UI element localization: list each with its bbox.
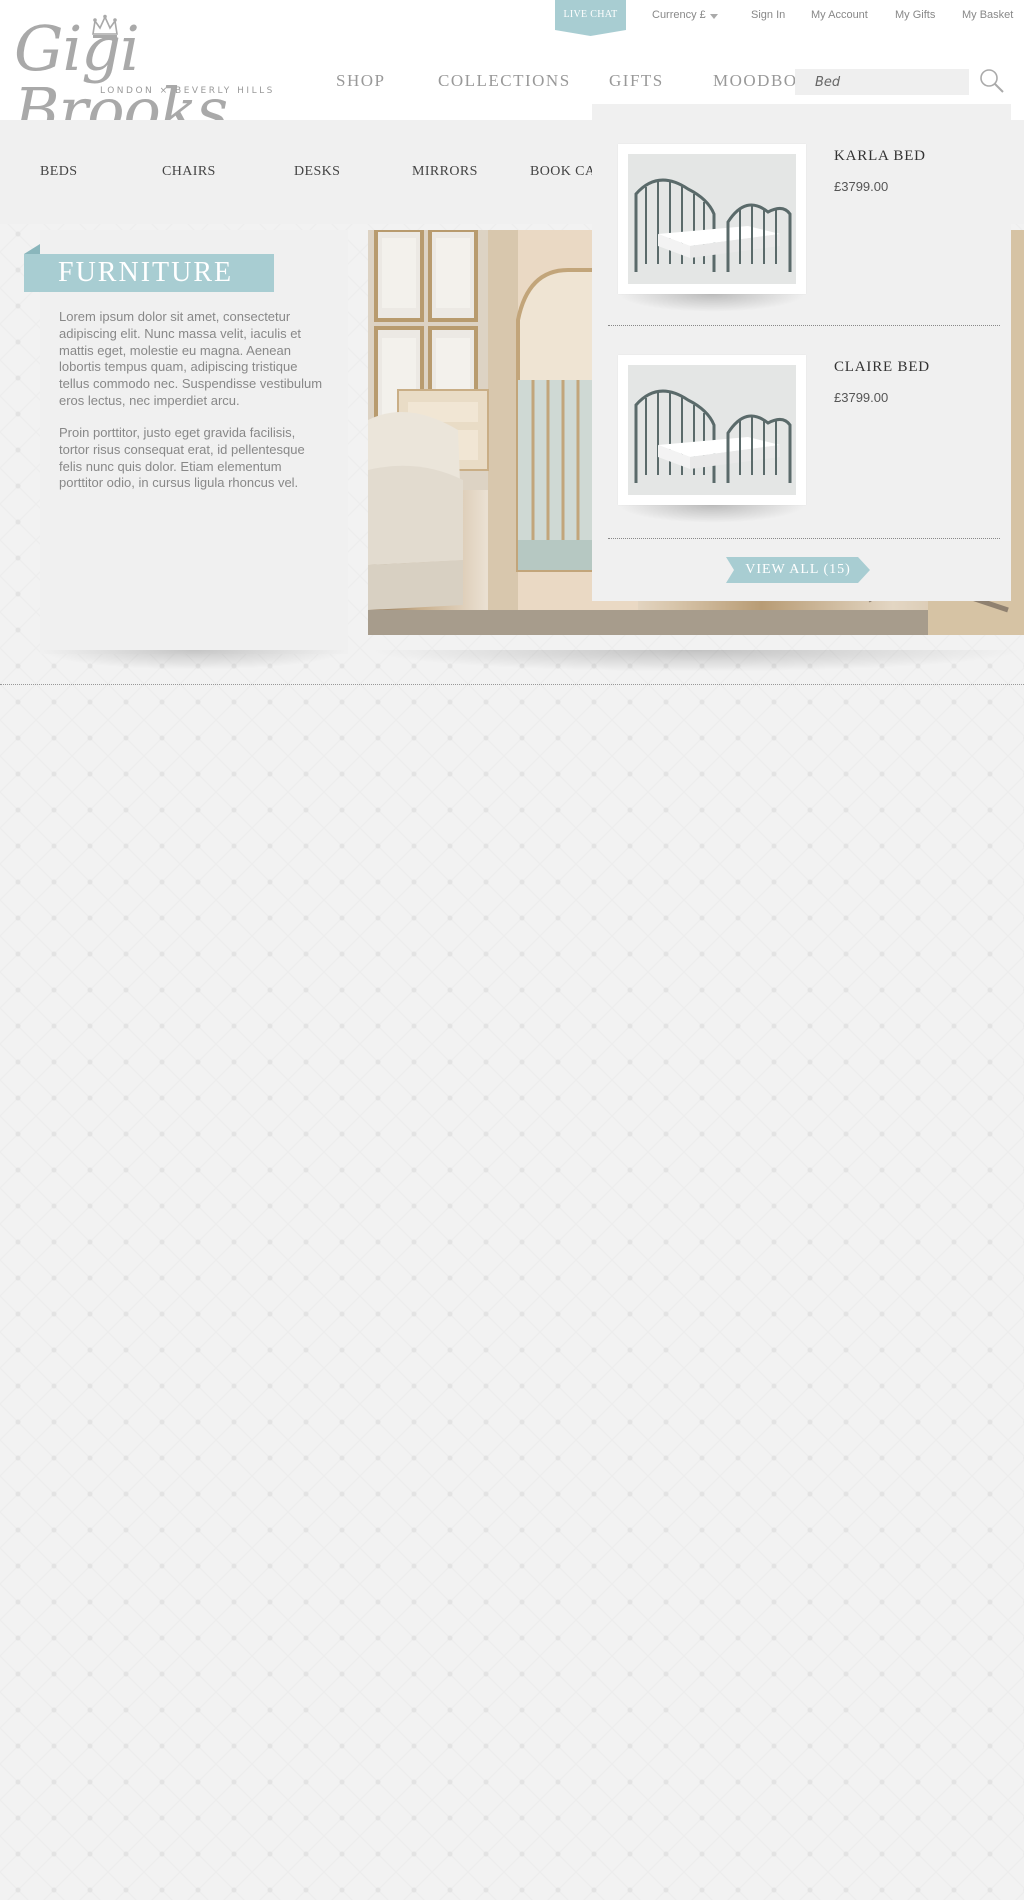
ribbon-fold	[24, 244, 40, 254]
subnav-chairs[interactable]: CHAIRS	[162, 164, 216, 180]
live-chat-button[interactable]: LIVE CHAT	[555, 0, 626, 36]
site-header: Gigi Brooks LONDON × BEVERLY HILLS LIVE …	[0, 0, 1024, 142]
my-gifts-link[interactable]: My Gifts	[895, 9, 935, 21]
subnav-mirrors[interactable]: MIRRORS	[412, 164, 478, 180]
section-title: FURNITURE	[58, 257, 234, 288]
bed-illustration	[628, 154, 796, 284]
search-input[interactable]	[795, 69, 975, 95]
logo[interactable]: Gigi Brooks LONDON × BEVERLY HILLS	[14, 14, 284, 142]
product-thumbnail[interactable]	[618, 355, 806, 505]
product-name[interactable]: KARLA BED	[834, 148, 926, 165]
result-separator	[608, 538, 1000, 539]
bed-illustration	[628, 365, 796, 495]
nav-gifts[interactable]: GIFTS	[609, 71, 664, 91]
panel-shadow	[40, 650, 348, 670]
nav-collections[interactable]: COLLECTIONS	[438, 71, 571, 91]
result-separator	[608, 325, 1000, 326]
brand-tagline: LONDON × BEVERLY HILLS	[100, 86, 275, 96]
currency-selector[interactable]: Currency £	[652, 9, 706, 21]
subnav-desks[interactable]: DESKS	[294, 164, 340, 180]
intro-paragraph-2: Proin porttitor, justo eget gravida faci…	[59, 425, 305, 491]
sign-in-link[interactable]: Sign In	[751, 9, 785, 21]
live-chat-label: LIVE CHAT	[563, 9, 618, 20]
product-image	[628, 365, 796, 495]
search-results-dropdown: KARLA BED £3799.00 CLAIRE BED £3799.00 V…	[592, 104, 1011, 601]
view-all-button[interactable]: VIEW ALL (15)	[726, 557, 870, 583]
nav-shop[interactable]: SHOP	[336, 71, 385, 91]
intro-paragraph-1: Lorem ipsum dolor sit amet, consectetur …	[59, 309, 323, 408]
product-thumbnail-shadow	[618, 505, 806, 523]
product-image	[628, 154, 796, 284]
product-name[interactable]: CLAIRE BED	[834, 359, 930, 376]
subnav-beds[interactable]: BEDS	[40, 164, 77, 180]
chevron-down-icon[interactable]	[710, 14, 718, 19]
hero-shadow	[368, 650, 1024, 672]
product-thumbnail[interactable]	[618, 144, 806, 294]
search-icon[interactable]	[979, 68, 1005, 94]
search-box	[795, 69, 975, 95]
my-account-link[interactable]: My Account	[811, 9, 868, 21]
content-divider	[0, 684, 1024, 685]
section-title-ribbon: FURNITURE	[24, 254, 274, 292]
my-basket-link[interactable]: My Basket	[962, 9, 1013, 21]
product-price: £3799.00	[834, 390, 889, 405]
product-thumbnail-shadow	[618, 294, 806, 312]
product-price: £3799.00	[834, 179, 889, 194]
view-all-label: VIEW ALL (15)	[745, 562, 851, 577]
